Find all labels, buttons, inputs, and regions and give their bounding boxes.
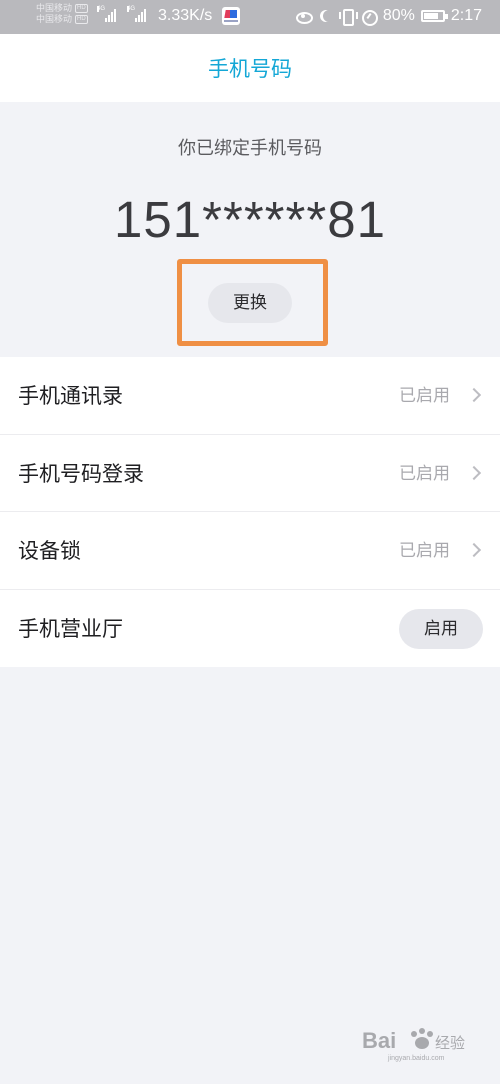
hd-badge: HD bbox=[75, 4, 88, 13]
settings-list: 手机通讯录 已启用 手机号码登录 已启用 设备锁 已启用 手机营业厅 启用 bbox=[0, 357, 500, 667]
status-bar: 中国移动 HD 中国移动 HD 4G 4G 3.33K/s 80% 2:17 bbox=[0, 0, 500, 34]
change-phone-button[interactable]: 更换 bbox=[208, 283, 292, 323]
signal-icon-2: 4G bbox=[127, 6, 146, 22]
paw-icon: Bai 经验 jingyan.baidu.com bbox=[362, 1028, 465, 1062]
battery-percent: 80% bbox=[382, 7, 415, 24]
list-item-label: 手机号码登录 bbox=[18, 461, 144, 486]
enable-button[interactable]: 启用 bbox=[399, 608, 483, 649]
list-item-status: 已启用 bbox=[399, 386, 450, 406]
gauge-icon bbox=[361, 8, 378, 26]
battery-fill bbox=[423, 13, 439, 19]
vibrate-icon bbox=[338, 8, 358, 26]
app-notification-icon bbox=[222, 7, 240, 25]
signal-icon: 4G bbox=[97, 6, 116, 22]
watermark-brand: Bai bbox=[362, 1028, 396, 1053]
watermark-brand-cn: 经验 bbox=[435, 1034, 465, 1052]
list-item-status: 已启用 bbox=[399, 463, 450, 484]
list-item-device-lock[interactable]: 设备锁 已启用 bbox=[0, 512, 500, 590]
hd-badge-2: HD bbox=[75, 15, 88, 24]
page-title: 手机号码 bbox=[208, 57, 292, 81]
list-item-phone-login[interactable]: 手机号码登录 已启用 bbox=[0, 435, 500, 512]
list-item-label: 设备锁 bbox=[18, 539, 81, 563]
carrier-info: 中国移动 HD 中国移动 HD bbox=[36, 3, 88, 25]
phone-number: 151******81 bbox=[114, 191, 386, 248]
status-right: 80% 2:17 bbox=[295, 7, 482, 26]
moon-icon bbox=[317, 8, 333, 24]
clock: 2:17 bbox=[450, 7, 482, 24]
carrier-1: 中国移动 bbox=[36, 3, 73, 13]
baidu-watermark: Bai 经验 jingyan.baidu.com bbox=[360, 1022, 470, 1062]
carrier-2: 中国移动 bbox=[36, 14, 73, 24]
chevron-right-icon bbox=[466, 387, 482, 403]
chevron-right-icon bbox=[466, 465, 482, 480]
list-item-contacts[interactable]: 手机通讯录 已启用 bbox=[0, 357, 500, 435]
battery-icon bbox=[420, 10, 448, 22]
list-item-label: 手机通讯录 bbox=[18, 384, 123, 408]
list-item-mobile-hall: 手机营业厅 启用 bbox=[0, 590, 500, 668]
network-type-label: 4G bbox=[97, 6, 106, 12]
header: 手机号码 bbox=[0, 34, 500, 102]
chevron-right-icon bbox=[466, 542, 482, 558]
watermark-url: jingyan.baidu.com bbox=[387, 1055, 445, 1062]
network-speed: 3.33K/s bbox=[158, 7, 213, 24]
bound-phone-text: 你已绑定手机号码 bbox=[178, 138, 322, 159]
eye-icon bbox=[295, 8, 313, 24]
list-item-label: 手机营业厅 bbox=[18, 616, 123, 641]
network-type-label-2: 4G bbox=[127, 6, 136, 12]
list-item-status: 已启用 bbox=[399, 541, 450, 561]
